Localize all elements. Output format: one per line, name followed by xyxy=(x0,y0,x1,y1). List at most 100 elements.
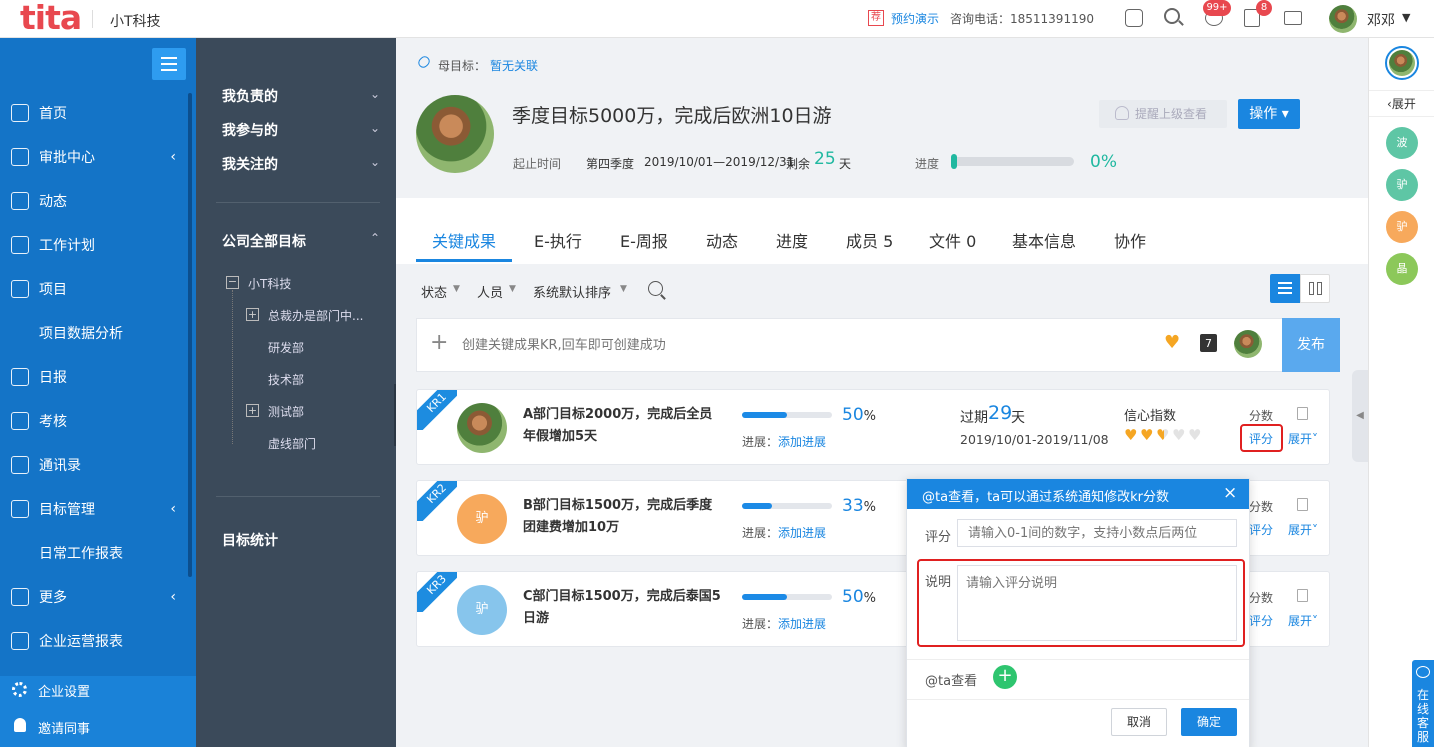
user-name[interactable]: 邓邓 xyxy=(1367,10,1395,30)
tab-1[interactable]: E-执行 xyxy=(534,228,582,252)
tree-node-rd[interactable]: 研发部 xyxy=(268,339,304,356)
detail-panel-handle[interactable]: ◀ xyxy=(1352,370,1368,462)
book-demo-link[interactable]: 预约演示 xyxy=(891,10,939,27)
heart-icon[interactable]: ♥ xyxy=(1140,427,1156,443)
expand-members-link[interactable]: ‹展开 xyxy=(1387,95,1416,112)
tab-5[interactable]: 成员 5 xyxy=(846,228,893,252)
member-avatar[interactable]: 驴 xyxy=(1386,169,1418,201)
right-member-bar: ‹展开 波驴驴晶 在线客服 xyxy=(1368,38,1434,747)
tree-collapse-icon[interactable]: − xyxy=(226,276,239,289)
heart-icon[interactable]: ♥ xyxy=(1188,427,1204,443)
status-filter[interactable]: 状态 xyxy=(421,282,447,301)
nav-item-9[interactable]: 目标管理 ‹ xyxy=(0,487,196,531)
add-icon[interactable]: + xyxy=(430,331,448,355)
nav-following[interactable]: 我关注的 xyxy=(222,154,278,174)
kr-title[interactable]: C部门目标1500万，完成后泰国5日游 xyxy=(523,586,723,630)
expand-link[interactable]: 展开˅ xyxy=(1288,521,1318,538)
kr-owner-avatar[interactable]: 驴 xyxy=(457,585,507,635)
goal-owner-avatar[interactable] xyxy=(416,95,494,173)
current-user-avatar[interactable] xyxy=(1385,46,1419,80)
trash-icon[interactable] xyxy=(1297,589,1308,602)
calendar-icon[interactable] xyxy=(1125,9,1143,27)
nav-my-responsible[interactable]: 我负责的 xyxy=(222,86,278,106)
kr-owner-avatar[interactable]: 驴 xyxy=(457,494,507,544)
tab-7[interactable]: 基本信息 xyxy=(1012,228,1076,252)
nav-item-12[interactable]: 企业运营报表 xyxy=(0,619,196,663)
create-kr-input[interactable] xyxy=(462,334,1062,356)
nav-item-0[interactable]: 首页 xyxy=(0,91,196,135)
close-icon[interactable]: × xyxy=(1223,483,1237,503)
tree-node-test[interactable]: 测试部 xyxy=(268,403,304,420)
nav-item-2[interactable]: 动态 xyxy=(0,179,196,223)
assess-icon xyxy=(11,412,29,430)
confirm-button[interactable]: 确定 xyxy=(1181,708,1237,736)
tab-4[interactable]: 进度 xyxy=(776,228,808,252)
nav-item-4[interactable]: 项目 xyxy=(0,267,196,311)
tree-expand-icon[interactable]: + xyxy=(246,308,259,321)
assignee-avatar[interactable] xyxy=(1234,330,1262,358)
tab-2[interactable]: E-周报 xyxy=(620,228,668,252)
member-avatar[interactable]: 波 xyxy=(1386,127,1418,159)
parent-goal-link[interactable]: 暂无关联 xyxy=(490,57,538,74)
nav-item-6[interactable]: 日报 xyxy=(0,355,196,399)
heart-icon[interactable]: ♥ xyxy=(1164,332,1180,353)
add-progress-link[interactable]: 添加进展 xyxy=(778,524,826,541)
nav-item-1[interactable]: 审批中心 ‹ xyxy=(0,135,196,179)
tree-expand-icon[interactable]: + xyxy=(246,404,259,417)
trash-icon[interactable] xyxy=(1297,407,1308,420)
kr-title[interactable]: B部门目标1500万，完成后季度团建费增加10万 xyxy=(523,495,723,539)
nav-item-10[interactable]: 日常工作报表 xyxy=(0,531,196,575)
tita-logo[interactable]: tita xyxy=(20,1,82,35)
member-avatar[interactable]: 驴 xyxy=(1386,211,1418,243)
publish-button[interactable]: 发布 xyxy=(1282,318,1340,372)
calendar-icon[interactable]: 7 xyxy=(1200,334,1217,352)
nav-item-7[interactable]: 考核 xyxy=(0,399,196,443)
rate-link[interactable]: 评分 xyxy=(1249,612,1273,629)
enterprise-settings[interactable]: 企业设置 xyxy=(0,670,196,710)
cancel-button[interactable]: 取消 xyxy=(1111,708,1167,736)
nav-item-label: 日常工作报表 xyxy=(39,546,123,562)
user-avatar[interactable] xyxy=(1329,5,1357,33)
kr-owner-avatar[interactable] xyxy=(457,403,507,453)
score-input[interactable] xyxy=(957,519,1237,547)
expand-link[interactable]: 展开˅ xyxy=(1288,612,1318,629)
nav-item-5[interactable]: 项目数据分析 xyxy=(0,311,196,355)
invite-colleagues[interactable]: 邀请同事 xyxy=(0,708,196,746)
kr-title[interactable]: A部门目标2000万，完成后全员年假增加5天 xyxy=(523,404,723,448)
trash-icon[interactable] xyxy=(1297,498,1308,511)
rate-link[interactable]: 评分 xyxy=(1249,521,1273,538)
user-dropdown-icon[interactable]: ▼ xyxy=(1402,11,1410,24)
nav-item-3[interactable]: 工作计划 xyxy=(0,223,196,267)
add-progress-link[interactable]: 添加进展 xyxy=(778,615,826,632)
action-button[interactable]: 操作 ▾ xyxy=(1238,99,1300,129)
confidence-hearts[interactable]: ♥ ♥ ♥ ♥ ♥ xyxy=(1124,427,1204,443)
mail-icon[interactable] xyxy=(1284,11,1302,25)
nav-all-company-goals[interactable]: 公司全部目标 xyxy=(222,231,306,251)
add-mention-button[interactable]: + xyxy=(993,665,1017,689)
person-filter[interactable]: 人员 xyxy=(477,282,503,301)
nav-item-11[interactable]: 更多 ‹ xyxy=(0,575,196,619)
tree-node-company[interactable]: 小T科技 xyxy=(248,275,291,292)
add-progress-link[interactable]: 添加进展 xyxy=(778,433,826,450)
board-view-button[interactable] xyxy=(1300,274,1330,303)
menu-toggle-button[interactable] xyxy=(152,48,186,80)
nav-participating[interactable]: 我参与的 xyxy=(222,120,278,140)
tree-node-ceo-office[interactable]: 总裁办是部门中... xyxy=(268,307,363,324)
tab-6[interactable]: 文件 0 xyxy=(929,228,976,252)
heart-icon[interactable]: ♥ xyxy=(1124,427,1140,443)
note-textarea[interactable] xyxy=(957,565,1237,641)
tab-0[interactable]: 关键成果 xyxy=(432,228,496,252)
nav-item-8[interactable]: 通讯录 xyxy=(0,443,196,487)
heart-icon[interactable]: ♥ xyxy=(1156,427,1172,443)
expand-link[interactable]: 展开˅ xyxy=(1288,430,1318,447)
sort-filter[interactable]: 系统默认排序 xyxy=(533,282,611,301)
member-avatar[interactable]: 晶 xyxy=(1386,253,1418,285)
tab-8[interactable]: 协作 xyxy=(1114,228,1146,252)
nav-goal-stats[interactable]: 目标统计 xyxy=(222,530,278,550)
tab-3[interactable]: 动态 xyxy=(706,228,738,252)
online-service-button[interactable]: 在线客服 xyxy=(1412,660,1434,747)
heart-icon[interactable]: ♥ xyxy=(1172,427,1188,443)
tree-node-dotted[interactable]: 虚线部门 xyxy=(268,435,316,452)
list-view-button[interactable] xyxy=(1270,274,1300,303)
tree-node-tech[interactable]: 技术部 xyxy=(268,371,304,388)
